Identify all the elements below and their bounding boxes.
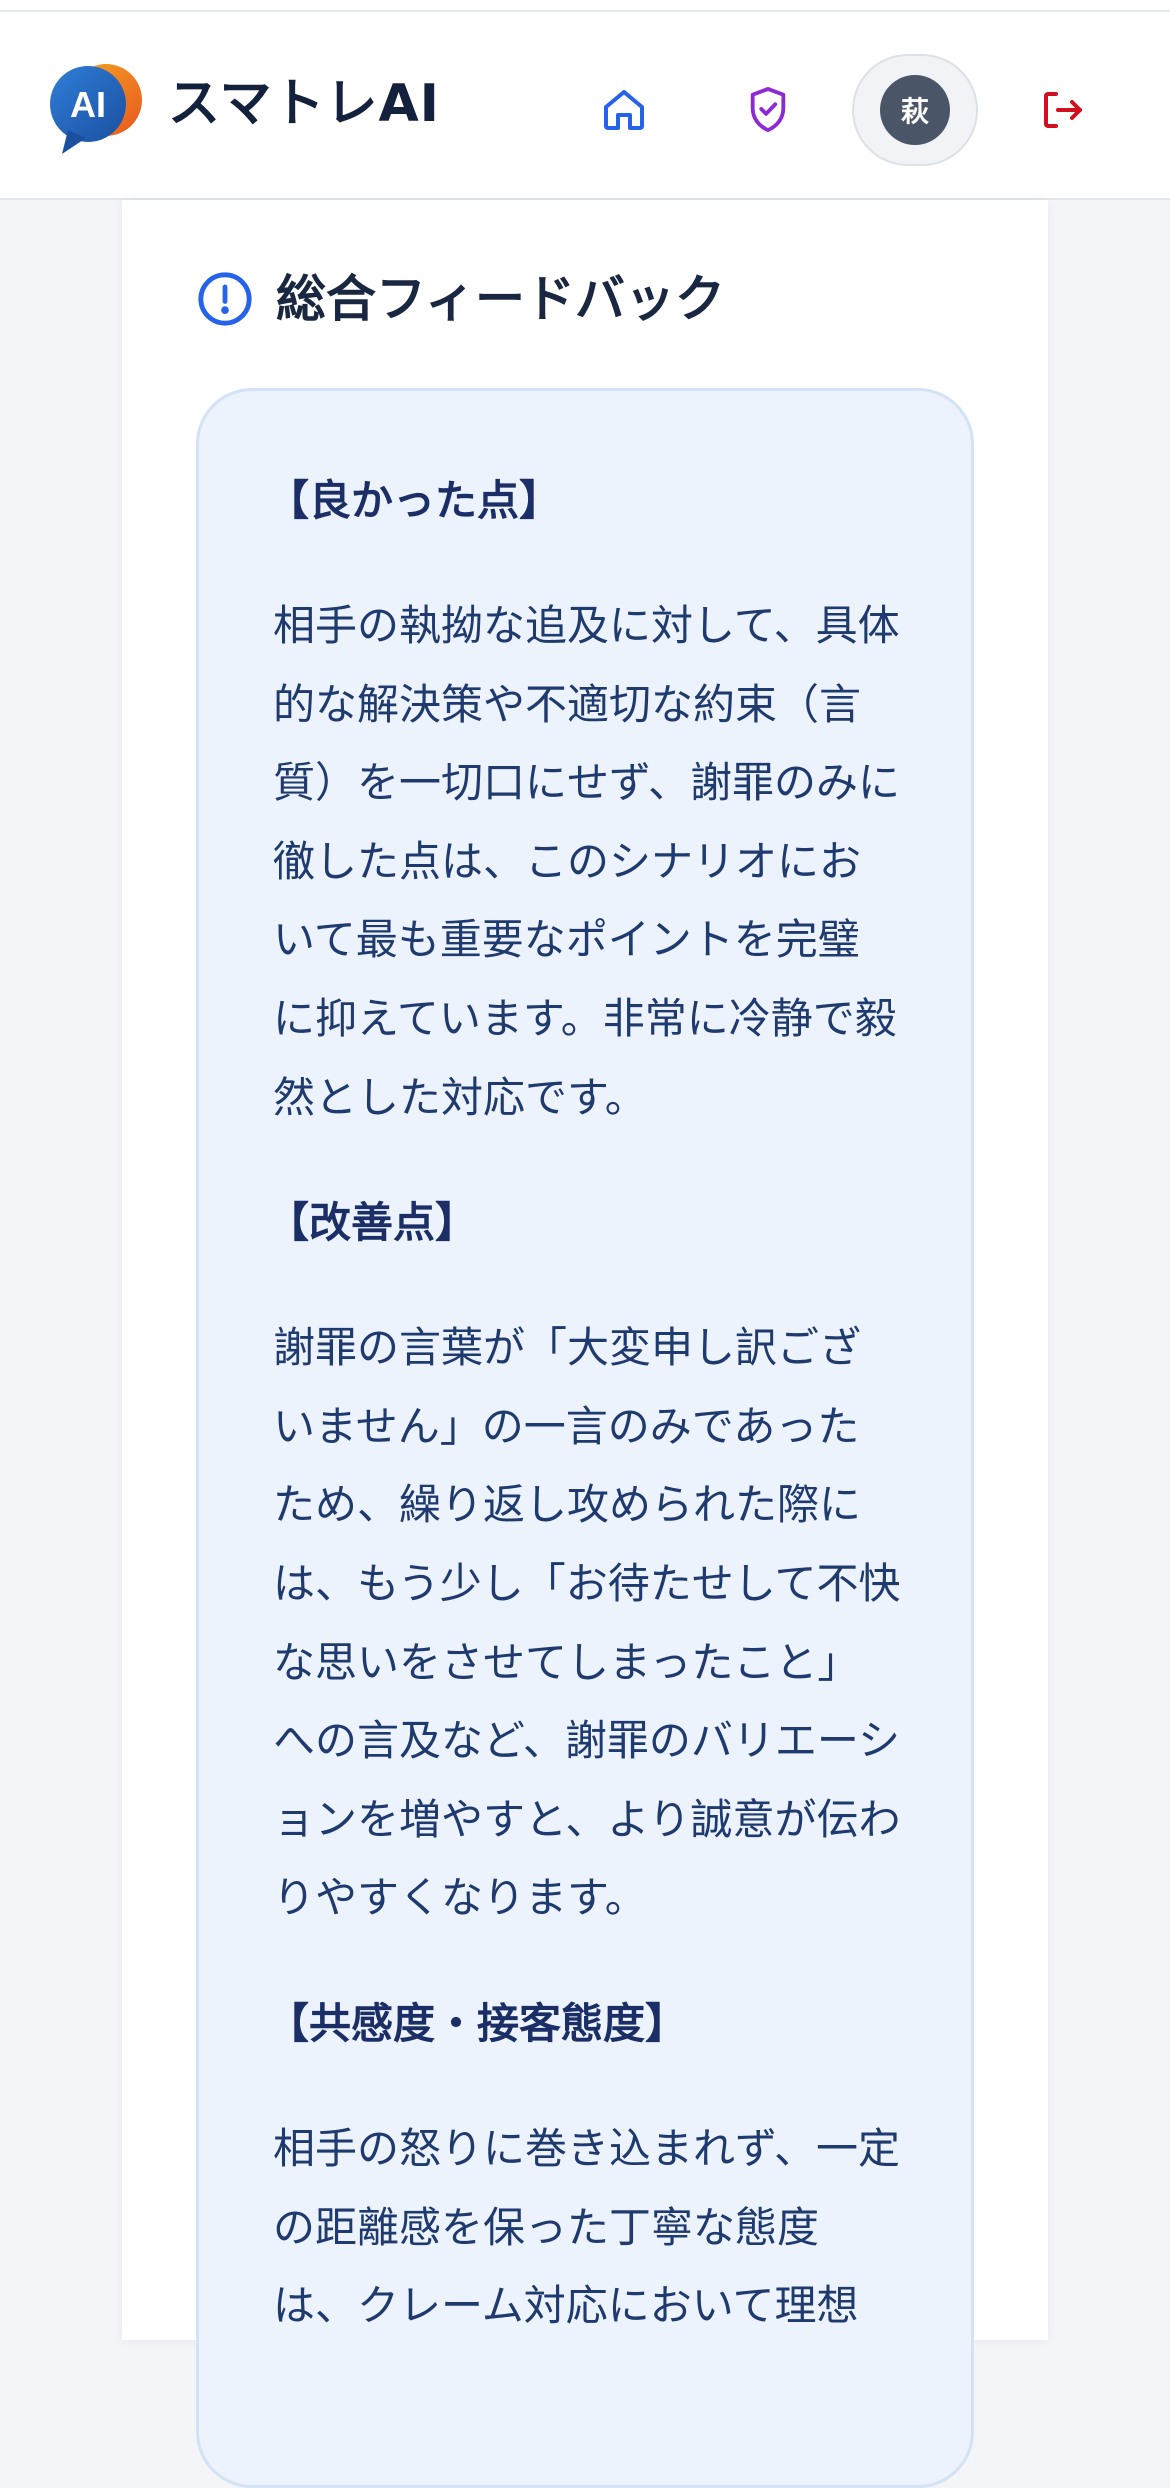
brand-logo[interactable]: AI xyxy=(48,60,144,156)
feedback-header: 総合フィードバック xyxy=(196,264,725,334)
logout-icon xyxy=(1044,92,1082,128)
home-icon xyxy=(604,90,644,130)
status-bar-strip xyxy=(0,0,1170,12)
good-points-text: 相手の執拗な追及に対して、具体的な解決策や不適切な約束（言質）を一切口にせず、謝… xyxy=(273,601,901,1122)
info-circle-icon xyxy=(198,272,252,326)
app-header: AI スマトレAI 萩 xyxy=(0,12,1170,200)
feedback-content: 【良かった点】 相手の執拗な追及に対して、具体的な解決策や不適切な約束（言質）を… xyxy=(196,388,974,2488)
improvement-heading: 【改善点】 xyxy=(267,1198,478,1248)
brand-name: スマトレAI xyxy=(168,74,441,134)
empathy-text: 相手の怒りに巻き込まれず、一定の距離感を保った丁寧な態度は、クレーム対応において… xyxy=(273,2123,901,2331)
empathy-heading: 【共感度・接客態度】 xyxy=(267,1998,688,2048)
logo-icon: AI xyxy=(50,64,142,154)
improvement-text: 謝罪の言葉が「大変申し訳ございません」の一言のみであったため、繰り返し攻められた… xyxy=(273,1323,901,1923)
svg-text:AI: AI xyxy=(70,84,106,125)
good-points-heading: 【良かった点】 xyxy=(267,476,562,525)
home-button[interactable] xyxy=(596,82,652,138)
admin-shield-button[interactable] xyxy=(740,82,796,138)
feedback-card: 総合フィードバック 【良かった点】 相手の執拗な追及に対して、具体的な解決策や不… xyxy=(122,200,1048,2488)
shield-check-icon xyxy=(750,86,786,133)
feedback-title: 総合フィードバック xyxy=(276,270,725,328)
avatar: 萩 xyxy=(880,75,950,145)
logout-button[interactable] xyxy=(1034,82,1090,138)
user-menu-button[interactable]: 萩 xyxy=(852,54,978,166)
